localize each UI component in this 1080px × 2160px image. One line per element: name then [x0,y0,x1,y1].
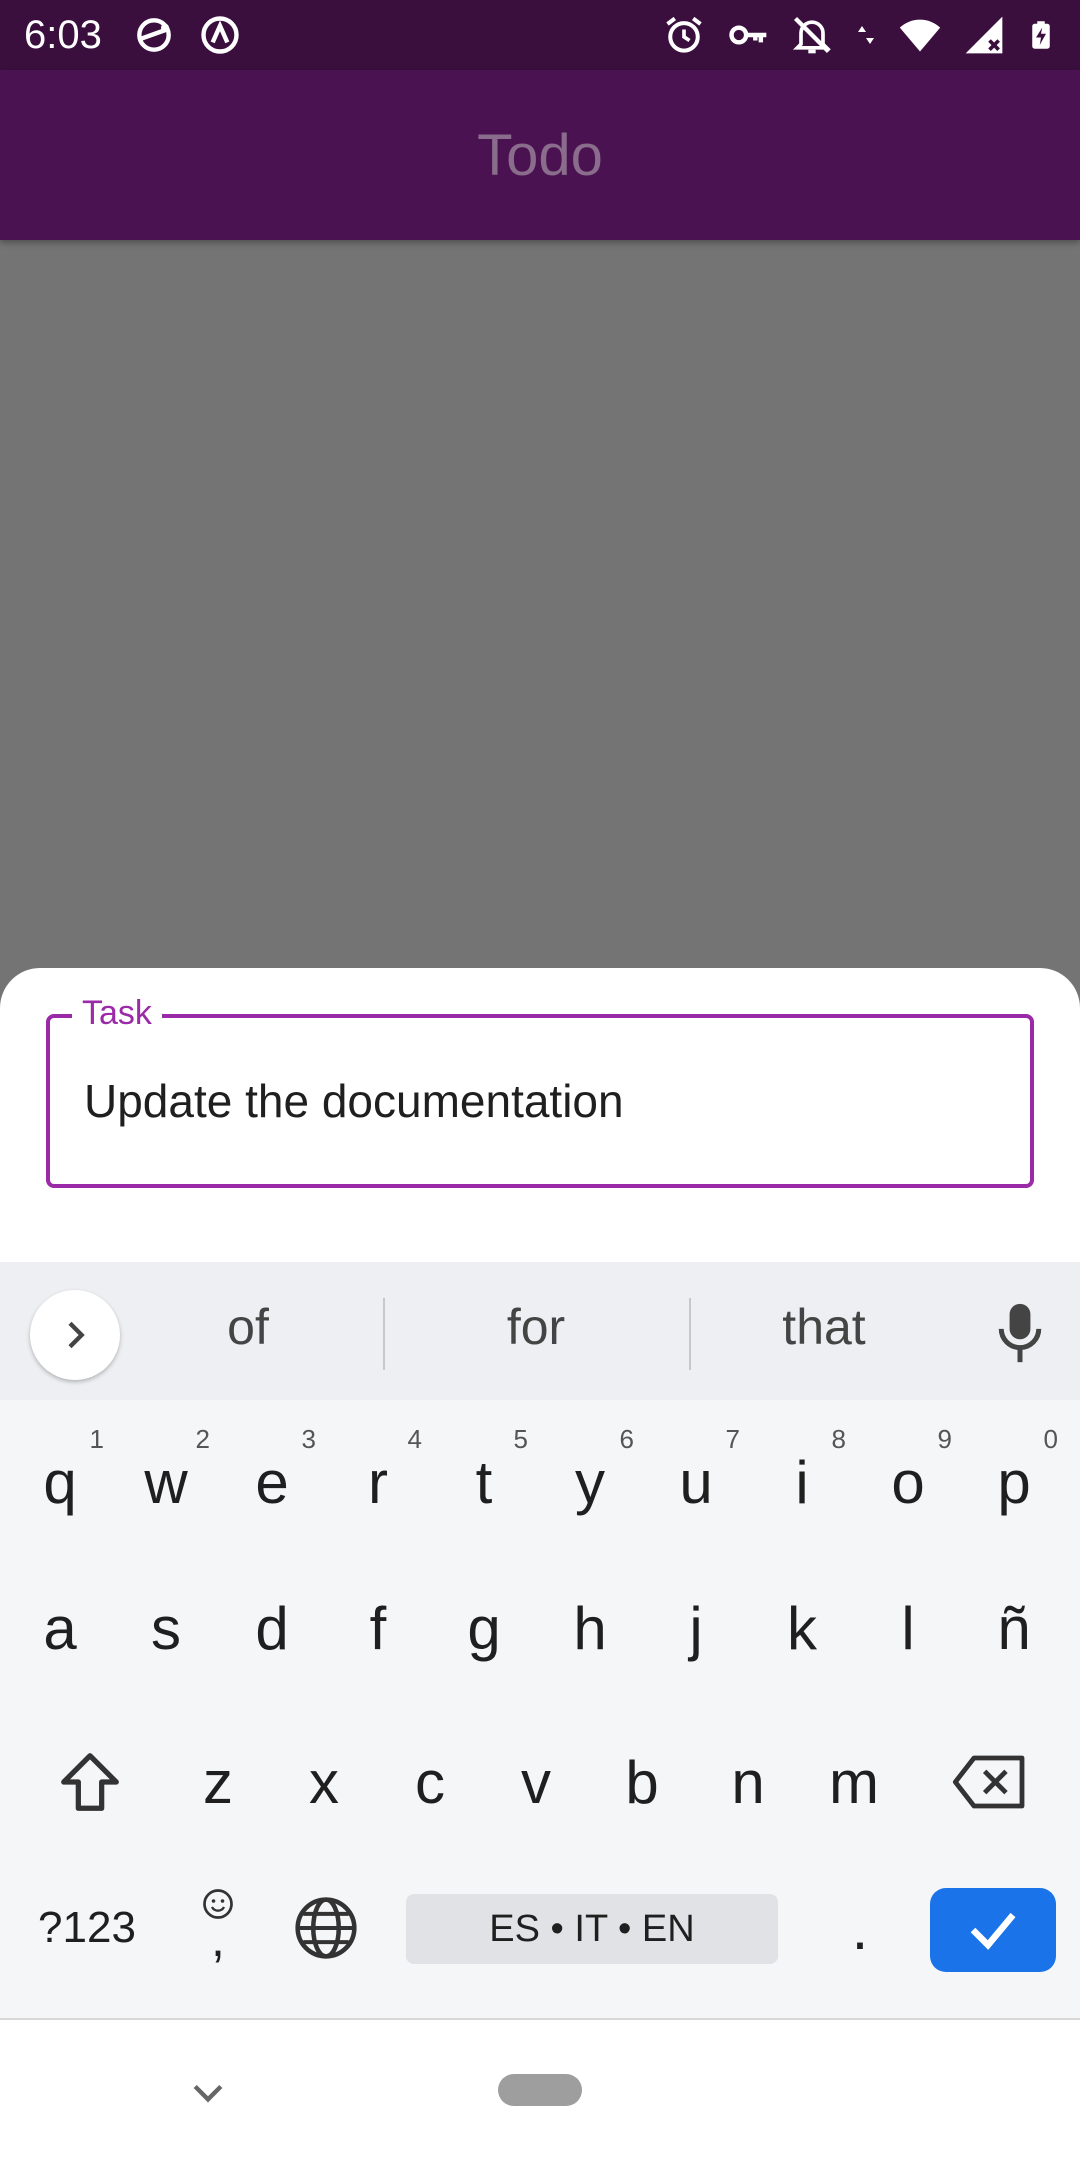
key-m[interactable]: m [806,1722,902,1842]
key-c[interactable]: c [382,1722,478,1842]
status-time: 6:03 [24,12,102,57]
suggestion-3[interactable]: that [714,1298,934,1356]
key-j[interactable]: j [648,1568,744,1688]
key-y[interactable]: y6 [542,1422,638,1542]
hide-keyboard-button[interactable] [180,2064,236,2120]
app-bar: Todo [0,70,1080,240]
chevron-right-icon [68,1321,85,1349]
sync-icon [136,18,171,52]
key-g[interactable]: g [436,1568,532,1688]
voice-input-button[interactable] [990,1298,1050,1368]
key-h[interactable]: h [542,1568,638,1688]
key-o[interactable]: o9 [860,1422,956,1542]
key-w[interactable]: w2 [118,1422,214,1542]
key-r[interactable]: r4 [330,1422,426,1542]
key-b[interactable]: b [594,1722,690,1842]
suggestion-divider [689,1298,691,1370]
shift-key[interactable] [30,1722,150,1842]
key-s[interactable]: s [118,1568,214,1688]
backspace-key[interactable] [930,1722,1050,1842]
key-p[interactable]: p0 [966,1422,1062,1542]
microphone-icon [998,1303,1042,1363]
app-title: Todo [477,122,603,188]
key-a[interactable]: a [12,1568,108,1688]
key-u[interactable]: u7 [648,1422,744,1542]
key-f[interactable]: f [330,1568,426,1688]
key-i[interactable]: i8 [754,1422,850,1542]
status-right-icons [662,13,1056,57]
vpn-key-icon [729,25,767,45]
key-q[interactable]: q1 [12,1422,108,1542]
battery-charging-icon [1032,21,1050,49]
emoji-comma-key[interactable]: , [170,1868,266,1988]
language-key[interactable] [278,1868,374,1988]
key-n[interactable]: n [700,1722,796,1842]
period-key[interactable]: . [812,1868,908,1988]
key-t[interactable]: t5 [436,1422,532,1542]
expand-toolbar-button[interactable] [30,1290,120,1380]
notifications-off-icon [792,16,832,54]
suggestion-strip: of for that [0,1262,1080,1400]
shift-icon [61,1753,119,1811]
assistant-icon [201,16,239,54]
task-input-label: Task [72,994,162,1033]
chevron-down-icon [193,2084,223,2103]
data-arrows-icon [858,26,874,44]
suggestion-divider [383,1298,385,1370]
task-input-value[interactable]: Update the documentation [84,1074,624,1128]
wifi-icon [899,19,941,52]
suggestion-1[interactable]: of [138,1298,358,1356]
key-v[interactable]: v [488,1722,584,1842]
status-left-icons [132,13,242,57]
comma-label: , [211,1911,225,1967]
task-input-field[interactable]: Task Update the documentation [46,994,1034,1188]
key-l[interactable]: l [860,1568,956,1688]
key-d[interactable]: d [224,1568,320,1688]
symbols-key[interactable]: ?123 [20,1868,154,1988]
backspace-icon [952,1755,1025,1809]
space-key[interactable]: ES • IT • EN [406,1894,778,1964]
key-k[interactable]: k [754,1568,850,1688]
key-x[interactable]: x [276,1722,372,1842]
suggestion-2[interactable]: for [426,1298,646,1356]
status-bar: 6:03 [0,0,1080,70]
add-task-sheet: Task Update the documentation [0,968,1080,1268]
done-key[interactable] [930,1888,1056,1972]
globe-icon [295,1897,357,1959]
soft-keyboard: of for that q1 w2 e3 r4 t5 y6 u7 i8 o9 p… [0,1262,1080,2018]
alarm-icon [666,16,702,53]
key-e[interactable]: e3 [224,1422,320,1542]
signal-icon [965,16,1003,54]
checkmark-icon [970,1912,1016,1950]
key-n-tilde[interactable]: ñ [966,1568,1062,1688]
navigation-bar [0,2018,1080,2160]
key-z[interactable]: z [170,1722,266,1842]
home-handle[interactable] [498,2074,582,2106]
